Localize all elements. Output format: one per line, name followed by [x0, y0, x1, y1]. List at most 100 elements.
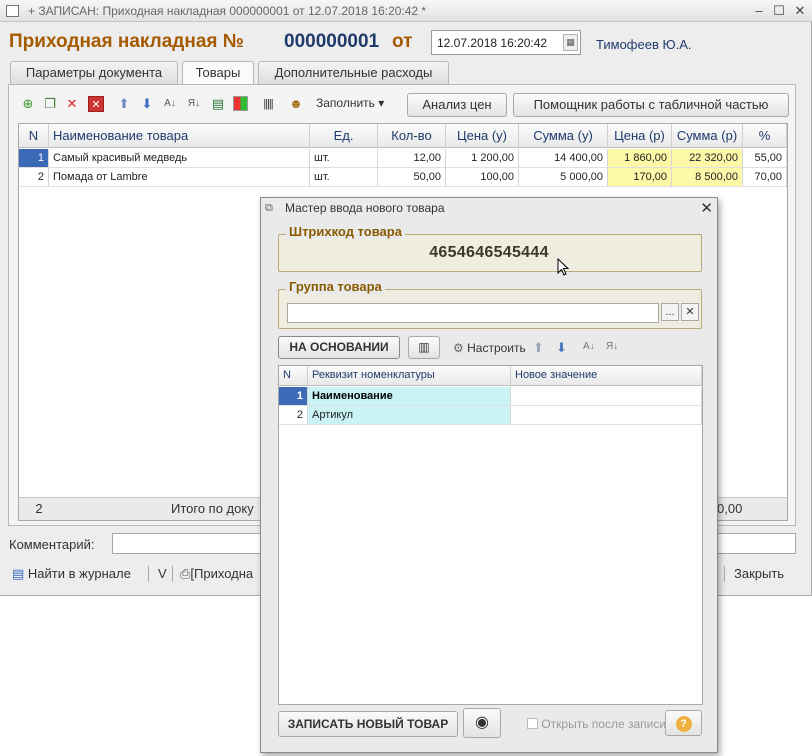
- dialog-close-icon[interactable]: ✕: [700, 199, 713, 217]
- row1-price-u[interactable]: 1 200,00: [446, 149, 519, 168]
- column-header-sum-r[interactable]: Сумма (р): [672, 124, 743, 148]
- row2-n[interactable]: 2: [19, 168, 49, 187]
- chevron-down-icon: ▾: [378, 96, 385, 110]
- move-up-icon[interactable]: ⬆: [116, 96, 132, 112]
- window-icon: [6, 5, 19, 17]
- sort-desc-icon[interactable]: Я↓: [606, 341, 618, 352]
- barcode-group-title: Штрихкод товара: [286, 224, 405, 239]
- webcam-icon[interactable]: ◉: [463, 708, 501, 738]
- row1-sum-u[interactable]: 14 400,00: [519, 149, 608, 168]
- row2-percent[interactable]: 70,00: [743, 168, 787, 187]
- print-button[interactable]: ⎙[Приходна: [180, 566, 253, 582]
- attr-row1-name[interactable]: Наименование: [308, 387, 511, 406]
- mouse-cursor-icon: [557, 258, 569, 276]
- column-header-n[interactable]: N: [279, 366, 308, 386]
- sort-asc-icon[interactable]: A↓: [583, 341, 595, 352]
- row1-qty[interactable]: 12,00: [378, 149, 446, 168]
- find-in-journal-button[interactable]: ▤ Найти в журнале: [12, 566, 131, 582]
- open-after-save-checkbox[interactable]: Открыть после записи: [527, 717, 666, 731]
- based-on-button[interactable]: НА ОСНОВАНИИ: [278, 336, 400, 359]
- product-group-input[interactable]: [287, 303, 659, 323]
- row2-sum-r[interactable]: 8 500,00: [672, 168, 743, 187]
- row1-n[interactable]: 1: [19, 149, 49, 168]
- select-ellipsis-button[interactable]: ...: [661, 303, 679, 321]
- add-icon[interactable]: ⊕: [20, 96, 36, 112]
- clear-icon[interactable]: ✕: [681, 303, 699, 321]
- save-new-item-button[interactable]: ЗАПИСАТЬ НОВЫЙ ТОВАР: [278, 711, 458, 737]
- divider: [148, 566, 149, 582]
- barcode-value: 4654646545444: [429, 244, 549, 261]
- copy-icon[interactable]: ❐: [42, 96, 58, 112]
- help-button[interactable]: ?: [665, 710, 702, 736]
- row1-price-r[interactable]: 1 860,00: [608, 149, 672, 168]
- open-after-save-label: Открыть после записи: [541, 717, 667, 731]
- row2-qty[interactable]: 50,00: [378, 168, 446, 187]
- maximize-button[interactable]: ☐: [771, 3, 787, 19]
- sort-desc-icon[interactable]: Я↓: [186, 96, 202, 112]
- row1-percent[interactable]: 55,00: [743, 149, 787, 168]
- barcode-group: 4654646545444: [278, 234, 702, 272]
- column-header-price-r[interactable]: Цена (р): [608, 124, 672, 148]
- journal-icon: ▤: [12, 566, 25, 581]
- printer-icon: ⎙: [180, 566, 191, 581]
- save-icon[interactable]: ▤: [210, 96, 226, 112]
- row2-price-u[interactable]: 100,00: [446, 168, 519, 187]
- print-label: [Приходна: [190, 566, 254, 581]
- row2-price-r[interactable]: 170,00: [608, 168, 672, 187]
- row1-sum-r[interactable]: 22 320,00: [672, 149, 743, 168]
- divider: [724, 566, 725, 582]
- column-header-n[interactable]: N: [19, 124, 49, 148]
- move-down-icon[interactable]: ⬇: [139, 96, 155, 112]
- attr-row1-value[interactable]: [511, 387, 702, 406]
- attr-row1-n[interactable]: 1: [279, 387, 308, 406]
- attr-row2-value[interactable]: [511, 406, 702, 425]
- configure-button[interactable]: ⚙ Настроить: [453, 341, 526, 355]
- author-label: Тимофеев Ю.А.: [596, 37, 692, 52]
- document-title: Приходная накладная №: [9, 31, 244, 52]
- row1-name[interactable]: Самый красивый медведь: [49, 149, 310, 168]
- delete-icon[interactable]: ✕: [64, 96, 80, 112]
- color-icon[interactable]: [233, 96, 248, 111]
- row2-sum-u[interactable]: 5 000,00: [519, 168, 608, 187]
- barcode-icon[interactable]: |||||: [260, 96, 276, 112]
- column-header-name[interactable]: Наименование товара: [49, 124, 310, 148]
- columns-icon[interactable]: ▥: [408, 336, 440, 359]
- tab-goods[interactable]: Товары: [182, 61, 254, 85]
- attr-row2-n[interactable]: 2: [279, 406, 308, 425]
- row2-name[interactable]: Помада от Lambre: [49, 168, 310, 187]
- tab-document-params[interactable]: Параметры документа: [10, 61, 178, 84]
- attributes-table[interactable]: N Реквизит номенклатуры Новое значение 1…: [278, 365, 703, 705]
- column-header-qty[interactable]: Кол-во: [378, 124, 446, 148]
- minimize-button[interactable]: –: [751, 3, 767, 19]
- move-up-icon[interactable]: ⬆: [533, 340, 544, 356]
- calendar-icon[interactable]: ▦: [563, 34, 578, 51]
- row2-unit[interactable]: шт.: [310, 168, 378, 187]
- comment-label: Комментарий:: [9, 537, 95, 552]
- column-header-new-value[interactable]: Новое значение: [511, 366, 702, 386]
- settings-icon: ⚙: [453, 341, 464, 355]
- sort-asc-icon[interactable]: A↓: [162, 96, 178, 112]
- table-helper-button[interactable]: Помощник работы с табличной частью: [513, 93, 789, 117]
- v-button[interactable]: V: [158, 566, 167, 581]
- fill-dropdown-button[interactable]: Заполнить ▾: [316, 96, 384, 110]
- mark-delete-icon[interactable]: ✕: [88, 96, 104, 112]
- row1-unit[interactable]: шт.: [310, 149, 378, 168]
- user-icon[interactable]: ☻: [288, 96, 304, 112]
- help-icon: ?: [675, 716, 692, 732]
- footer-total-sum: 0,00: [717, 501, 743, 516]
- close-button[interactable]: Закрыть: [734, 566, 784, 581]
- close-window-button[interactable]: ✕: [792, 3, 808, 19]
- column-header-attribute[interactable]: Реквизит номенклатуры: [308, 366, 511, 386]
- column-header-unit[interactable]: Ед.: [310, 124, 378, 148]
- document-number[interactable]: 000000001: [284, 31, 379, 53]
- column-header-sum-u[interactable]: Сумма (у): [519, 124, 608, 148]
- date-input[interactable]: 12.07.2018 16:20:42 ▦: [431, 30, 581, 55]
- journal-label: Найти в журнале: [27, 566, 131, 581]
- attr-row2-name[interactable]: Артикул: [308, 406, 511, 425]
- price-analysis-button[interactable]: Анализ цен: [407, 93, 507, 117]
- tab-extra-costs[interactable]: Дополнительные расходы: [258, 61, 449, 84]
- move-down-icon[interactable]: ⬇: [556, 340, 567, 356]
- column-header-percent[interactable]: %: [743, 124, 787, 148]
- window-title: + ЗАПИСАН: Приходная накладная 000000001…: [28, 4, 427, 18]
- column-header-price-u[interactable]: Цена (у): [446, 124, 519, 148]
